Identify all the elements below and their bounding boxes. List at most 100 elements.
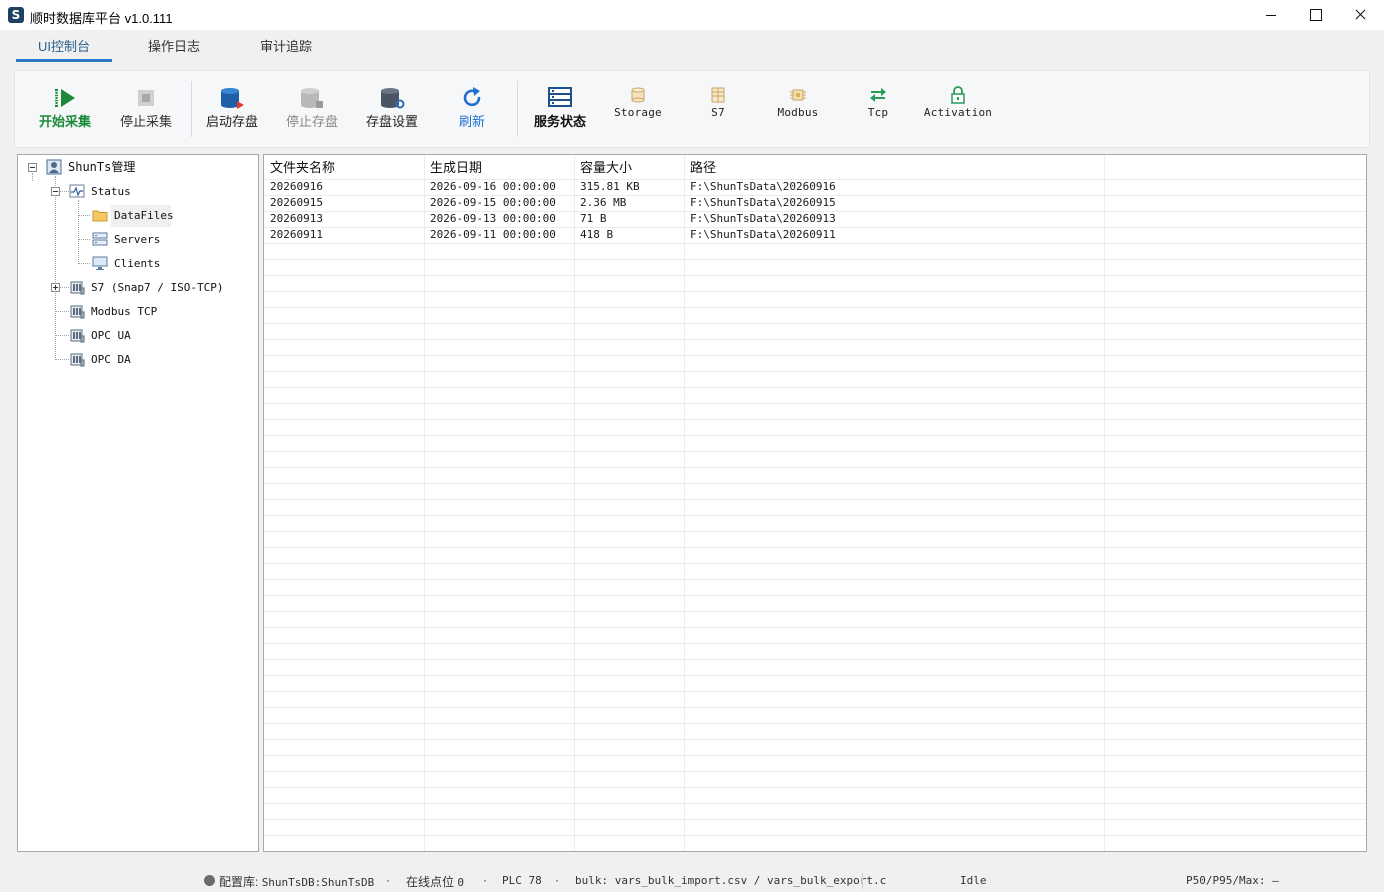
column-header-date[interactable]: 生成日期 [430,157,482,179]
navigation-tree: ShunTs管理 Status DataFiles Servers Client… [17,154,259,852]
service-status-button[interactable]: 服务状态 [520,71,600,147]
database-start-icon [221,88,244,109]
grid-row-line [264,419,1366,420]
tree-node-modbus[interactable]: Modbus TCP [69,301,157,321]
service-status-label: 服务状态 [533,114,586,129]
activation-tab-button[interactable]: Activation [918,71,998,147]
grid-row-line [264,755,1366,756]
grid-row-line [264,611,1366,612]
tree-connector [55,176,56,360]
table-cell[interactable]: F:\ShunTsData\20260916 [690,179,836,195]
refresh-button[interactable]: 刷新 [432,71,512,147]
database-stop-icon [301,88,323,108]
tree-node-datafiles[interactable]: DataFiles [92,205,174,225]
start-storage-label: 启动存盘 [205,114,258,129]
grid-row-line [264,675,1366,676]
tree-node-opcua[interactable]: OPC UA [69,325,131,345]
grid-row-line [264,723,1366,724]
start-collect-button[interactable]: 开始采集 [25,71,105,147]
expand-toggle[interactable] [51,283,60,292]
tcp-label: Tcp [867,106,889,119]
table-cell[interactable]: 2026-09-15 00:00:00 [430,195,556,211]
table-cell[interactable]: 315.81 KB [580,179,640,195]
play-icon [54,89,75,107]
tab-audit-trail[interactable]: 审计追踪 [240,38,332,62]
grid-row-line [264,387,1366,388]
table-cell[interactable]: 20260916 [270,179,323,195]
table-cell[interactable]: 418 B [580,227,613,243]
start-collect-label: 开始采集 [38,114,91,129]
admin-icon [46,159,62,175]
tree-label: Clients [114,257,161,270]
minimize-button[interactable] [1248,0,1294,30]
app-logo-icon: S [8,7,24,23]
tree-connector [78,263,90,264]
s7-label: S7 [711,106,725,119]
close-button[interactable] [1338,0,1384,30]
storage-tab-button[interactable]: Storage [598,71,678,147]
table-cell[interactable]: 20260913 [270,211,323,227]
tree-node-root[interactable]: ShunTs管理 [46,157,135,177]
modbus-label: Modbus [777,106,819,119]
activation-label: Activation [923,106,993,119]
tree-node-opcda[interactable]: OPC DA [69,349,131,369]
config-label: 配置库: [219,875,259,889]
column-header-folder[interactable]: 文件夹名称 [270,157,335,179]
tab-ui-console[interactable]: UI控制台 [16,38,112,62]
grid-row-line [264,739,1366,740]
stop-icon [138,90,154,106]
tree-connector [55,359,69,360]
start-storage-button[interactable]: 启动存盘 [192,71,272,147]
status-divider [862,873,863,889]
grid-row-line [264,499,1366,500]
storage-settings-button[interactable]: 存盘设置 [352,71,432,147]
status-separator: · [555,873,559,887]
config-db-status: 配置库: ShunTsDB:ShunTsDB [219,873,374,890]
grid-row-line [264,787,1366,788]
table-cell[interactable]: 71 B [580,211,607,227]
grid-row-line [264,323,1366,324]
tab-operation-log[interactable]: 操作日志 [128,38,220,62]
grid-row-line [264,339,1366,340]
table-cell[interactable]: 2026-09-13 00:00:00 [430,211,556,227]
collapse-toggle[interactable] [28,163,37,172]
tree-label: Servers [114,233,161,246]
column-header-size[interactable]: 容量大小 [580,157,632,179]
tree-node-servers[interactable]: Servers [92,229,160,249]
grid-row-line [264,371,1366,372]
server-list-icon [548,87,572,107]
plc-status: PLC 78 [502,873,542,887]
table-cell[interactable]: 2.36 MB [580,195,626,211]
grid-row-line [264,547,1366,548]
grid-row-line [264,467,1366,468]
collapse-toggle[interactable] [51,187,60,196]
table-cell[interactable]: F:\ShunTsData\20260915 [690,195,836,211]
grid-row-line [264,691,1366,692]
storage-icon [631,87,645,103]
table-cell[interactable]: 2026-09-11 00:00:00 [430,227,556,243]
tree-node-status[interactable]: Status [69,181,131,201]
table-cell[interactable]: 20260911 [270,227,323,243]
grid-row-line [264,659,1366,660]
table-cell[interactable]: 20260915 [270,195,323,211]
run-state: Idle [960,873,987,887]
stop-storage-label: 停止存盘 [285,114,338,129]
tree-connector [59,191,69,192]
s7-tab-button[interactable]: S7 [678,71,758,147]
window-title: 顺时数据库平台 v1.0.111 [30,11,173,26]
modbus-tab-button[interactable]: Modbus [758,71,838,147]
table-cell[interactable]: F:\ShunTsData\20260913 [690,211,836,227]
stop-storage-button[interactable]: 停止存盘 [272,71,352,147]
column-header-path[interactable]: 路径 [690,157,716,179]
tree-node-clients[interactable]: Clients [92,253,160,273]
tree-node-s7[interactable]: S7 (Snap7 / ISO-TCP) [69,277,223,297]
tcp-tab-button[interactable]: Tcp [838,71,918,147]
table-cell[interactable]: 2026-09-16 00:00:00 [430,179,556,195]
stop-collect-button[interactable]: 停止采集 [106,71,186,147]
grid-row-line [264,851,1367,852]
table-cell[interactable]: F:\ShunTsData\20260911 [690,227,836,243]
maximize-button[interactable] [1293,0,1339,30]
grid-row-line [264,531,1366,532]
grid-row-line [264,275,1366,276]
grid-row-line [264,515,1366,516]
